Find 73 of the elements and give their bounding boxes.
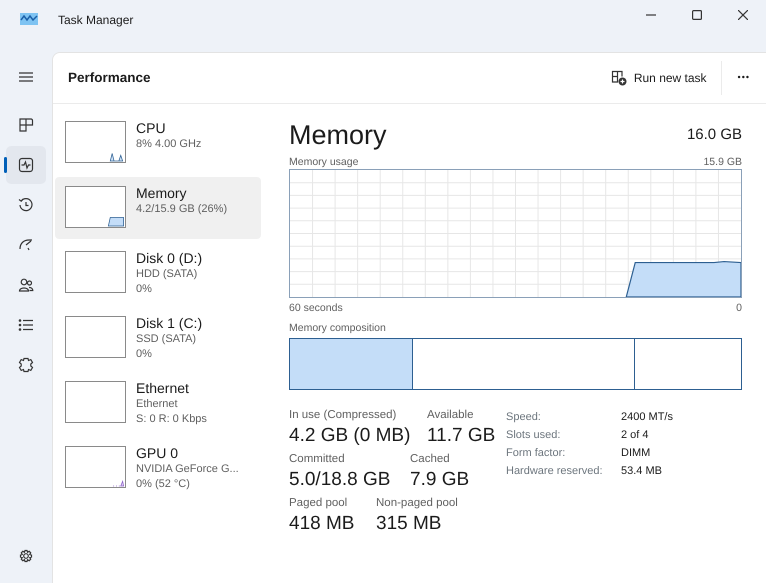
empty-thumbnail xyxy=(65,381,126,423)
usage-thumbnail xyxy=(65,446,126,488)
puzzle-gear-icon xyxy=(18,357,34,373)
spec-label: Speed: xyxy=(506,410,542,425)
window-title: Task Manager xyxy=(58,12,134,29)
stat-value: 5.0/18.8 GB xyxy=(289,468,392,492)
device-info: SSD (SATA) xyxy=(136,332,198,347)
axis-label: 60 seconds xyxy=(289,301,343,315)
device-info: 0% (52 °C) xyxy=(136,477,191,492)
spec-value: DIMM xyxy=(621,446,652,461)
device-list-item[interactable]: Ethernet Ethernet S: 0 R: 0 Kbps xyxy=(55,372,261,434)
device-name: Disk 0 (D:) xyxy=(136,250,202,267)
grid-icon xyxy=(18,117,34,133)
stat-label: Non-paged pool xyxy=(376,496,458,511)
stat-label: Available xyxy=(427,408,474,423)
empty-thumbnail xyxy=(65,251,126,293)
pulse-nav-button[interactable] xyxy=(6,146,46,184)
device-name: GPU 0 xyxy=(136,445,180,462)
list-icon xyxy=(18,317,34,333)
usage-thumbnail xyxy=(65,121,126,163)
device-info: HDD (SATA) xyxy=(136,267,198,282)
chart-label: Memory composition xyxy=(289,321,387,335)
axis-label: 0 xyxy=(736,301,742,315)
device-name: CPU xyxy=(136,120,167,137)
settings-icon xyxy=(18,548,34,564)
device-info: 0% xyxy=(136,347,153,362)
stat-label: Paged pool xyxy=(289,496,348,511)
stat-label: Committed xyxy=(289,452,346,467)
device-name: Disk 1 (C:) xyxy=(136,315,202,332)
users-icon xyxy=(18,277,34,293)
stat-value: 315 MB xyxy=(376,512,442,536)
device-info: 4.2/15.9 GB (26%) xyxy=(136,202,228,217)
chart-label: Memory usage xyxy=(289,155,358,169)
empty-thumbnail xyxy=(65,316,126,358)
device-info: 8% 4.00 GHz xyxy=(136,137,202,152)
spec-value: 2 of 4 xyxy=(621,428,650,443)
stat-label: Cached xyxy=(410,452,451,467)
device-info: S: 0 R: 0 Kbps xyxy=(136,412,207,427)
device-name: Memory xyxy=(136,185,188,202)
device-list-item[interactable]: Memory 4.2/15.9 GB (26%) xyxy=(55,177,261,239)
device-name: Ethernet xyxy=(136,380,190,397)
total-memory: 16.0 GB xyxy=(686,124,742,145)
device-info: Ethernet xyxy=(136,397,179,412)
maximize-icon xyxy=(692,10,702,20)
speedometer-icon xyxy=(18,237,34,253)
stat-value: 418 MB xyxy=(289,512,356,536)
history-icon xyxy=(18,197,34,213)
pulse-icon xyxy=(18,157,34,173)
device-list-item[interactable]: GPU 0 NVIDIA GeForce G... 0% (52 °C) xyxy=(55,437,261,499)
device-info: NVIDIA GeForce G... xyxy=(136,462,239,477)
more-button[interactable]: ••• xyxy=(730,65,758,91)
spec-label: Slots used: xyxy=(506,428,562,443)
app-logo-icon xyxy=(20,13,38,25)
usage-thumbnail xyxy=(65,186,126,228)
spec-label: Hardware reserved: xyxy=(506,464,604,479)
close-icon xyxy=(738,10,748,20)
stat-value: 7.9 GB xyxy=(410,468,470,492)
chart-max-label: 15.9 GB xyxy=(703,155,742,169)
spec-label: Form factor: xyxy=(506,446,566,461)
run-new-task-button[interactable]: Run new task xyxy=(602,63,715,93)
page-title: Performance xyxy=(68,68,151,87)
stat-label: In use (Compressed) xyxy=(289,408,398,423)
spec-value: 53.4 MB xyxy=(621,464,663,479)
device-list-item[interactable]: CPU 8% 4.00 GHz xyxy=(55,112,261,174)
device-list-item[interactable]: Disk 0 (D:) HDD (SATA) 0% xyxy=(55,242,261,304)
spec-value: 2400 MT/s xyxy=(621,410,673,425)
stat-value: 4.2 GB (0 MB) xyxy=(289,424,412,448)
add-task-icon xyxy=(610,70,627,86)
detail-title: Memory xyxy=(289,119,387,152)
stat-value: 11.7 GB xyxy=(427,424,496,448)
selection-indicator xyxy=(4,157,7,173)
device-info: 0% xyxy=(136,282,153,297)
device-list-item[interactable]: Disk 1 (C:) SSD (SATA) 0% xyxy=(55,307,261,369)
